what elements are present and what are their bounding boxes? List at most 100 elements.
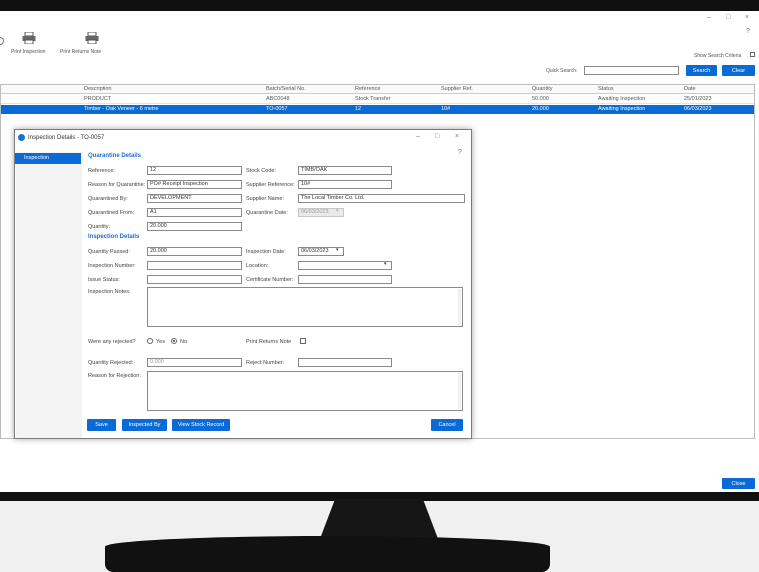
inspection-notes-textarea[interactable] bbox=[147, 287, 463, 327]
supplier-name-field[interactable]: The Local Timber Co. Ltd. bbox=[298, 194, 465, 203]
app-window: – □ × ? Print Inspection Print Returns N… bbox=[0, 11, 759, 492]
cell-batch: TO-0057 bbox=[266, 106, 288, 112]
cell-status: Awaiting Inspection bbox=[598, 96, 646, 102]
quantity-field[interactable]: 20.000 bbox=[147, 222, 242, 231]
inspection-section-title: Inspection Details bbox=[88, 234, 140, 240]
quantity-rejected-field[interactable]: 0.000 bbox=[147, 358, 242, 367]
close-button[interactable]: Close bbox=[722, 478, 755, 489]
reason-for-quarantine-field[interactable]: PO# Receipt Inspection bbox=[147, 180, 242, 189]
quarantine-date-label: Quarantine Date: bbox=[246, 210, 288, 216]
quarantine-section-title: Quarantine Details bbox=[88, 153, 142, 159]
yes-label: Yes bbox=[156, 339, 165, 345]
cancel-button[interactable]: Cancel bbox=[431, 419, 463, 431]
quarantined-by-label: Quarantined By: bbox=[88, 196, 128, 202]
column-header-description[interactable]: Description bbox=[84, 86, 112, 92]
table-row-selected[interactable]: Timber - Oak Veneer - 6 metre TO-0057 12… bbox=[1, 105, 754, 114]
dialog-maximize-icon[interactable]: □ bbox=[435, 133, 439, 140]
quantity-passed-field[interactable]: 20.000 bbox=[147, 247, 242, 256]
grid-header: Description Batch/Serial No. Reference S… bbox=[1, 85, 754, 94]
partial-toolbar-icon[interactable] bbox=[0, 37, 4, 45]
reject-number-field[interactable] bbox=[298, 358, 392, 367]
dialog-sidebar bbox=[16, 152, 82, 438]
column-header-reference[interactable]: Reference bbox=[355, 86, 380, 92]
search-button[interactable]: Search bbox=[686, 65, 717, 76]
maximize-icon[interactable]: □ bbox=[726, 14, 730, 21]
show-search-criteria-checkbox[interactable] bbox=[750, 52, 755, 57]
close-icon[interactable]: × bbox=[745, 14, 749, 21]
notes-scrollbar[interactable] bbox=[458, 289, 461, 325]
clear-button[interactable]: Clear bbox=[722, 65, 755, 76]
reference-field[interactable]: 12 bbox=[147, 166, 242, 175]
dialog-title: Inspection Details - TO-0057 bbox=[28, 135, 105, 141]
quantity-label: Quantity: bbox=[88, 224, 111, 230]
issue-status-label: Issue Status: bbox=[88, 277, 120, 283]
no-label: No bbox=[180, 339, 188, 345]
issue-status-field[interactable] bbox=[147, 275, 242, 284]
table-row[interactable]: PRODUCT ABC0048 Stock Transfer 50.000 Aw… bbox=[1, 95, 754, 104]
app-logo-icon bbox=[18, 134, 25, 141]
help-icon[interactable]: ? bbox=[746, 28, 750, 35]
location-select[interactable] bbox=[298, 261, 392, 270]
inspection-number-label: Inspection Number: bbox=[88, 263, 136, 269]
reference-label: Reference: bbox=[88, 168, 115, 174]
column-header-batch[interactable]: Batch/Serial No. bbox=[266, 86, 306, 92]
column-header-supplier-ref[interactable]: Supplier Ref. bbox=[441, 86, 473, 92]
reason-for-quarantine-label: Reason for Quarantine: bbox=[88, 182, 146, 188]
column-header-quantity[interactable]: Quantity bbox=[532, 86, 552, 92]
cell-quantity: 20.000 bbox=[532, 106, 549, 112]
cell-date: 25/01/2023 bbox=[684, 96, 712, 102]
certificate-number-field[interactable] bbox=[298, 275, 392, 284]
quantity-rejected-label: Quantity Rejected: bbox=[88, 360, 134, 366]
supplier-reference-field[interactable]: 10# bbox=[298, 180, 392, 189]
inspection-details-dialog: Inspection Details - TO-0057 – □ × ? Ins… bbox=[14, 129, 472, 439]
cell-description: Timber - Oak Veneer - 6 metre bbox=[84, 106, 159, 112]
cell-reference: Stock Transfer bbox=[355, 96, 391, 102]
column-header-date[interactable]: Date bbox=[684, 86, 696, 92]
save-button[interactable]: Save bbox=[87, 419, 116, 431]
print-returns-note-checkbox[interactable] bbox=[300, 338, 306, 344]
inspection-date-dropdown-icon[interactable]: ▾ bbox=[336, 247, 339, 253]
supplier-reference-label: Supplier Reference: bbox=[246, 182, 295, 188]
view-stock-record-button[interactable]: View Stock Record bbox=[172, 419, 230, 431]
quarantined-from-field[interactable]: A1 bbox=[147, 208, 242, 217]
tab-inspection[interactable]: Inspection bbox=[15, 153, 81, 164]
quick-search-label: Quick Search: bbox=[546, 68, 578, 74]
print-returns-note-label: Print Returns Note bbox=[246, 339, 292, 345]
cell-date: 06/03/2023 bbox=[684, 106, 712, 112]
stock-code-field[interactable]: TIMB/OAK bbox=[298, 166, 392, 175]
inspection-number-field[interactable] bbox=[147, 261, 242, 270]
rejection-scrollbar[interactable] bbox=[458, 373, 461, 409]
stock-code-label: Stock Code: bbox=[246, 168, 276, 174]
cell-quantity: 50.000 bbox=[532, 96, 549, 102]
rejected-no-radio[interactable] bbox=[171, 338, 177, 344]
reject-number-label: Reject Number: bbox=[246, 360, 285, 366]
show-search-criteria-label: Show Search Criteria bbox=[694, 53, 742, 59]
reason-for-rejection-label: Reason for Rejection: bbox=[88, 373, 141, 379]
rejected-question-label: Were any rejected? bbox=[88, 339, 136, 345]
rejected-yes-radio[interactable] bbox=[147, 338, 153, 344]
quantity-passed-label: Quantity Passed: bbox=[88, 249, 130, 255]
location-label: Location: bbox=[246, 263, 269, 269]
monitor-scene: – □ × ? Print Inspection Print Returns N… bbox=[0, 0, 759, 572]
dialog-help-icon[interactable]: ? bbox=[458, 149, 462, 156]
supplier-name-label: Supplier Name: bbox=[246, 196, 284, 202]
cell-batch: ABC0048 bbox=[266, 96, 290, 102]
quick-search-input[interactable] bbox=[584, 66, 679, 75]
reason-for-rejection-textarea[interactable] bbox=[147, 371, 463, 411]
quarantined-from-label: Quarantined From: bbox=[88, 210, 135, 216]
location-dropdown-icon[interactable]: ▾ bbox=[384, 261, 387, 267]
cell-supplier-ref: 10# bbox=[441, 106, 451, 112]
minimize-icon[interactable]: – bbox=[707, 14, 711, 21]
inspected-by-button[interactable]: Inspected By bbox=[122, 419, 167, 431]
dialog-close-icon[interactable]: × bbox=[455, 133, 459, 140]
print-returns-note-button[interactable]: Print Returns Note bbox=[60, 49, 101, 55]
print-inspection-button[interactable]: Print Inspection bbox=[11, 49, 45, 55]
monitor-bezel-top bbox=[0, 0, 759, 11]
cell-status: Awaiting Inspection bbox=[598, 106, 646, 112]
cell-reference: 12 bbox=[355, 106, 362, 112]
calendar-dropdown-icon: ▾ bbox=[336, 208, 339, 214]
dialog-minimize-icon[interactable]: – bbox=[416, 133, 420, 140]
column-header-status[interactable]: Status bbox=[598, 86, 614, 92]
quarantined-by-field[interactable]: DEVELOPMENT bbox=[147, 194, 242, 203]
certificate-number-label: Certificate Number: bbox=[246, 277, 294, 283]
